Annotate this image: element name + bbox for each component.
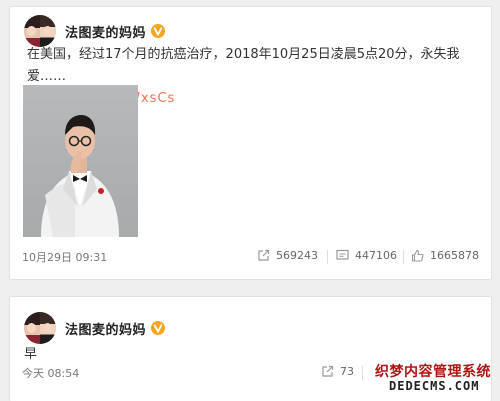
like-button[interactable]: 1665878 <box>411 249 479 262</box>
like-icon <box>411 249 424 262</box>
post-header: 法图麦的妈妈 <box>24 15 166 47</box>
verified-badge-icon <box>151 24 166 38</box>
post-image[interactable] <box>23 85 138 237</box>
avatar[interactable] <box>24 312 56 344</box>
repost-count: 73 <box>340 365 354 378</box>
repost-icon <box>322 365 334 377</box>
watermark-url: DEDECMS.COM <box>389 379 480 393</box>
post-text: 在美国，经过17个月的抗癌治疗，2018年10月25日凌晨5点20分，永失我爱…… <box>27 47 460 84</box>
verified-badge-icon <box>151 321 166 335</box>
comment-count: 447106 <box>355 249 397 262</box>
post-timestamp[interactable]: 今天 08:54 <box>22 365 79 381</box>
post-timestamp[interactable]: 10月29日 09:31 <box>22 249 107 265</box>
man-in-white-suit-photo <box>41 115 119 237</box>
comment-icon <box>336 249 349 260</box>
author-name[interactable]: 法图麦的妈妈 <box>65 22 146 41</box>
divider <box>403 250 404 264</box>
repost-icon <box>258 249 270 261</box>
like-count: 1665878 <box>430 249 479 262</box>
post-text: 早 <box>24 347 38 362</box>
divider <box>362 366 363 380</box>
post-header: 法图麦的妈妈 <box>24 312 166 344</box>
watermark-text: 织梦内容管理系统 <box>375 364 491 380</box>
author-name[interactable]: 法图麦的妈妈 <box>65 319 146 338</box>
avatar[interactable] <box>24 15 56 47</box>
divider <box>327 250 328 264</box>
comment-button[interactable]: 447106 <box>336 249 397 262</box>
repost-button[interactable]: 73 <box>321 365 354 378</box>
repost-button[interactable]: 569243 <box>257 249 318 262</box>
repost-count: 569243 <box>276 249 318 262</box>
